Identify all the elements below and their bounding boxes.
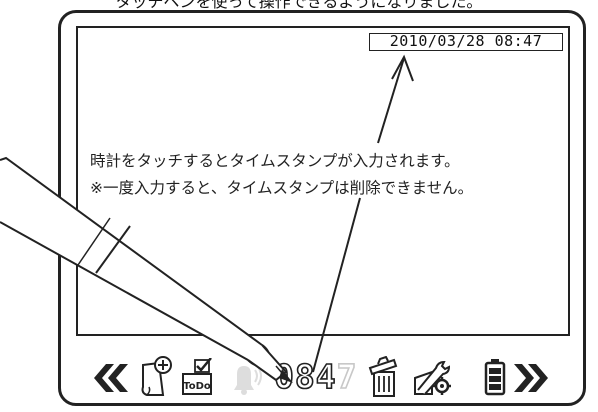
annotation-overlay bbox=[0, 54, 414, 383]
stylus-pen bbox=[0, 156, 293, 383]
arrow-to-timestamp bbox=[377, 54, 414, 144]
pointer-line bbox=[312, 197, 361, 373]
